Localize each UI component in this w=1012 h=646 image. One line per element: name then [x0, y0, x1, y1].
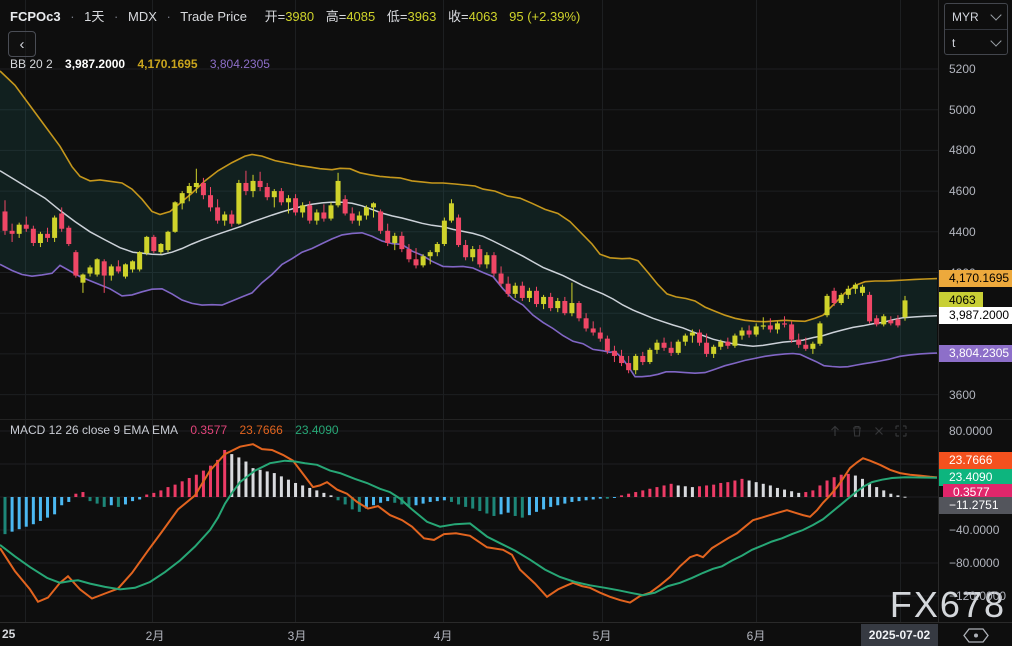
macd-title: MACD 12 26 close 9 EMA EMA — [10, 423, 178, 437]
unit-label: t — [952, 36, 955, 50]
bb-lower-value: 3,804.2305 — [210, 57, 270, 71]
price-value-label: 4,170.1695 — [939, 270, 1012, 287]
move-pane-up-icon[interactable] — [828, 424, 842, 438]
price-tick-label: 3600 — [949, 387, 976, 403]
price-tick-label: 5200 — [949, 61, 976, 77]
macd-indicator-header[interactable]: MACD 12 26 close 9 EMA EMA 0.3577 23.766… — [10, 423, 348, 437]
current-date-badge: 2025-07-02 — [861, 624, 938, 646]
close-pane-icon[interactable] — [872, 424, 886, 438]
delete-pane-icon[interactable] — [850, 424, 864, 438]
price-tick-label: 4400 — [949, 224, 976, 240]
macd-value-label: 23.7666 — [939, 452, 1012, 469]
trading-chart-app: FX678 FCPOc3 · 1天 · MDX · Trade Price 开=… — [0, 0, 1012, 646]
ohlc-values: 开=3980 高=4085 低=3963 收=4063 — [265, 9, 502, 24]
maximize-pane-icon[interactable] — [894, 424, 908, 438]
bb-upper-value: 4,170.1695 — [137, 57, 197, 71]
separator-dot: · — [114, 9, 118, 24]
back-button[interactable]: ‹ — [8, 31, 36, 57]
currency-label: MYR — [952, 10, 979, 24]
low-value: 3963 — [407, 9, 436, 24]
separator-dot: · — [167, 9, 171, 24]
price-tick-label: 4800 — [949, 142, 976, 158]
macd-tick-label: −120.0000 — [949, 588, 1006, 604]
chart-canvas[interactable] — [0, 0, 938, 622]
pane-separator[interactable] — [0, 419, 1012, 420]
pane-controls — [828, 424, 908, 438]
interval-label[interactable]: 1天 — [84, 9, 104, 24]
price-axis[interactable]: MYR t 5200500048004600440042004000380036… — [938, 0, 1012, 622]
bb-basis-value: 3,987.2000 — [65, 57, 125, 71]
price-value-label: 3,804.2305 — [939, 345, 1012, 362]
chevron-down-icon — [990, 35, 1001, 46]
month-tick-label: 2月 — [146, 627, 165, 644]
macd-value-label: −11.2751 — [939, 497, 1012, 514]
symbol-name[interactable]: FCPOc3 — [10, 9, 61, 24]
month-tick-label: 6月 — [747, 627, 766, 644]
open-key: 开= — [265, 9, 286, 24]
macd-hist-value: 0.3577 — [190, 423, 227, 437]
symbol-header: FCPOc3 · 1天 · MDX · Trade Price 开=3980 高… — [10, 6, 580, 25]
currency-dropdown[interactable]: MYR — [945, 4, 1007, 29]
macd-line-value: 23.7666 — [239, 423, 282, 437]
high-key: 高= — [326, 9, 347, 24]
change-value: 95 (+2.39%) — [509, 9, 580, 24]
macd-tick-label: −80.0000 — [949, 555, 999, 571]
bb-title: BB 20 2 — [10, 57, 53, 71]
close-value: 4063 — [469, 9, 498, 24]
macd-tick-label: 80.0000 — [949, 423, 992, 439]
low-key: 低= — [387, 9, 408, 24]
month-tick-label: 3月 — [288, 627, 307, 644]
back-chevron-icon: ‹ — [20, 36, 25, 53]
price-tick-label: 4600 — [949, 183, 976, 199]
bb-indicator-header[interactable]: BB 20 2 3,987.2000 4,170.1695 3,804.2305 — [10, 57, 279, 71]
month-tick-label: 5月 — [593, 627, 612, 644]
price-tick-label: 5000 — [949, 102, 976, 118]
high-value: 4085 — [346, 9, 375, 24]
exchange-label: MDX — [128, 9, 157, 24]
axis-corner — [939, 623, 1012, 646]
series-type-label: Trade Price — [180, 9, 247, 24]
axis-unit-selector: MYR t — [944, 3, 1008, 55]
month-tick-label: 4月 — [434, 627, 453, 644]
open-value: 3980 — [285, 9, 314, 24]
time-axis[interactable]: 25 2025-07-02 2月 3月 4月 5月 6月 — [0, 622, 1012, 646]
chevron-down-icon — [990, 9, 1001, 20]
axis-settings-hexagon-icon[interactable] — [963, 627, 989, 644]
macd-tick-label: −40.0000 — [949, 522, 999, 538]
separator-dot: · — [70, 9, 74, 24]
year-tick-label: 25 — [2, 627, 15, 641]
unit-dropdown[interactable]: t — [945, 29, 1007, 55]
macd-signal-value: 23.4090 — [295, 423, 338, 437]
price-value-label: 3,987.2000 — [939, 307, 1012, 324]
close-key: 收= — [448, 9, 469, 24]
